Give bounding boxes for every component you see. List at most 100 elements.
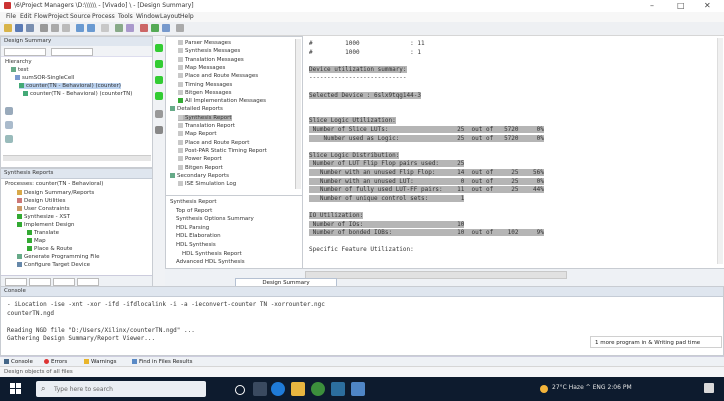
process-generate-programming[interactable]: Generate Programming File [17,254,99,260]
tab-warnings[interactable]: Warnings [84,359,116,365]
process-translate[interactable]: Translate [27,230,59,236]
report-outline-item[interactable]: HDL Synthesis Report [182,251,242,257]
report-tree-item[interactable]: Post-PAR Static Timing Report [178,147,267,154]
menu-help[interactable]: Help [180,13,194,20]
schematic-icon[interactable] [162,24,170,32]
report-tree-item[interactable]: Map Report [178,131,217,137]
menu-process[interactable]: Process [92,13,115,20]
tab-libraries[interactable] [77,278,99,286]
maximize-button[interactable]: □ [677,1,685,10]
remove-source-icon[interactable] [5,121,13,129]
tab-start[interactable] [5,278,27,286]
tree-item-countertn[interactable]: counter(TN - Behavioral) (counterTN) [23,91,132,97]
process-synthesize[interactable]: Synthesize - XST [17,214,70,220]
report-tree-item[interactable]: Place and Route Report [178,139,249,146]
report-tree-item[interactable]: Detailed Reports [170,106,223,112]
report-tree-item[interactable]: Timing Messages [178,81,232,88]
menu-tools[interactable]: Tools [118,13,133,20]
process-user-constraints[interactable]: User Constraints [17,206,70,212]
minimize-button[interactable]: – [650,1,654,10]
process-configure-target[interactable]: Configure Target Device [17,262,90,268]
process-design-summary[interactable]: Design Summary/Reports [17,190,94,196]
report-tree-item[interactable]: Synthesis Messages [178,48,240,54]
taskbar-search-input[interactable]: ⌕ Type here to search [36,381,206,397]
report-tree-item[interactable]: Map Messages [178,64,225,71]
zoom-icon[interactable] [115,24,123,32]
horizontal-scrollbar[interactable] [3,155,151,161]
tree-item-counter[interactable]: counter(TN - Behavioral) (counter) [19,83,121,89]
process-design-utilities[interactable]: Design Utilities [17,198,65,204]
report-tree-item[interactable]: Place and Route Messages [178,73,258,79]
new-file-icon[interactable] [4,24,12,32]
stop-icon[interactable] [140,24,148,32]
report-tree-item[interactable]: Secondary Reports [170,172,229,179]
report-tree-item[interactable]: Bitgen Report [178,164,223,171]
tree-item-device[interactable]: sumSOR-SingleCell [15,75,74,81]
tree-item-test[interactable]: test [11,67,29,73]
report-tree-item[interactable]: Translation Messages [178,56,244,63]
process-implement[interactable]: Implement Design [17,222,75,228]
menu-source[interactable]: Source [70,13,91,20]
process-map[interactable]: Map [27,238,46,244]
report-outline-item[interactable]: HDL Parsing [176,225,209,231]
properties-icon[interactable] [5,135,13,143]
report-icon[interactable] [155,110,163,118]
report-icon[interactable] [155,126,163,134]
paste-icon[interactable] [62,24,70,32]
report-tree-item[interactable]: Translation Report [178,123,235,129]
chrome-icon[interactable] [311,382,325,396]
find-icon[interactable] [101,24,109,32]
menu-edit[interactable]: Edit [20,13,32,20]
edge-icon[interactable] [271,382,285,396]
vertical-scrollbar[interactable] [717,38,723,264]
tab-console[interactable]: Console [4,359,33,365]
start-button[interactable] [10,383,22,395]
report-tree-item[interactable]: All Implementation Messages [178,98,266,104]
copy-icon[interactable] [51,24,59,32]
undo-icon[interactable] [76,24,84,32]
redo-icon[interactable] [87,24,95,32]
implementation-selector[interactable] [51,48,93,56]
report-outline-item[interactable]: HDL Elaboration [176,233,221,239]
system-tray-text[interactable]: 27°C Haze ^ ENG 2:06 PM [552,384,632,391]
report-tree-item[interactable]: Bitgen Messages [178,89,232,96]
report-outline-item[interactable]: Synthesis Options Summary [176,216,254,222]
report-outline-item[interactable]: HDL Synthesis [176,242,216,248]
vivado-task-icon[interactable] [331,382,345,396]
report-outline-item[interactable]: Top of Report [176,208,212,214]
open-icon[interactable] [15,24,23,32]
menu-window[interactable]: Window [136,13,160,20]
report-outline-item[interactable]: Synthesis Report [170,199,217,205]
report-outline-item[interactable]: Advanced HDL Synthesis [176,259,245,265]
design-icon[interactable] [126,24,134,32]
tab-find-results[interactable]: Find in Files Results [132,359,192,365]
app-icon[interactable] [351,382,365,396]
save-icon[interactable] [26,24,34,32]
cut-icon[interactable] [40,24,48,32]
help-icon[interactable] [176,24,184,32]
vertical-scrollbar[interactable] [295,39,301,189]
horizontal-scrollbar[interactable] [305,271,567,279]
run-icon[interactable] [151,24,159,32]
cortana-icon[interactable] [235,385,245,395]
menu-flow[interactable]: Flow [34,13,48,20]
tab-files[interactable] [53,278,75,286]
menu-layout[interactable]: Layout [160,13,180,20]
report-tree-item[interactable]: Power Report [178,156,222,162]
close-button[interactable]: ✕ [704,1,711,10]
tab-errors[interactable]: Errors [44,359,67,365]
menu-project[interactable]: Project [48,13,69,20]
notification-toast[interactable]: 1 more program in & Writing pad time [590,336,722,348]
task-view-icon[interactable] [253,382,267,396]
process-place-route[interactable]: Place & Route [27,246,72,252]
file-explorer-icon[interactable] [291,382,305,396]
notification-center-icon[interactable] [704,383,714,393]
report-tree-item[interactable]: ISE Simulation Log [178,181,236,187]
view-selector[interactable] [4,48,46,56]
report-tree-item[interactable]: Synthesis Report [178,114,232,121]
report-tree-item[interactable]: Parser Messages [178,40,231,46]
add-source-icon[interactable] [5,107,13,115]
menu-file[interactable]: File [6,13,16,20]
tree-hierarchy[interactable]: Hierarchy [5,59,32,65]
tab-design[interactable] [29,278,51,286]
